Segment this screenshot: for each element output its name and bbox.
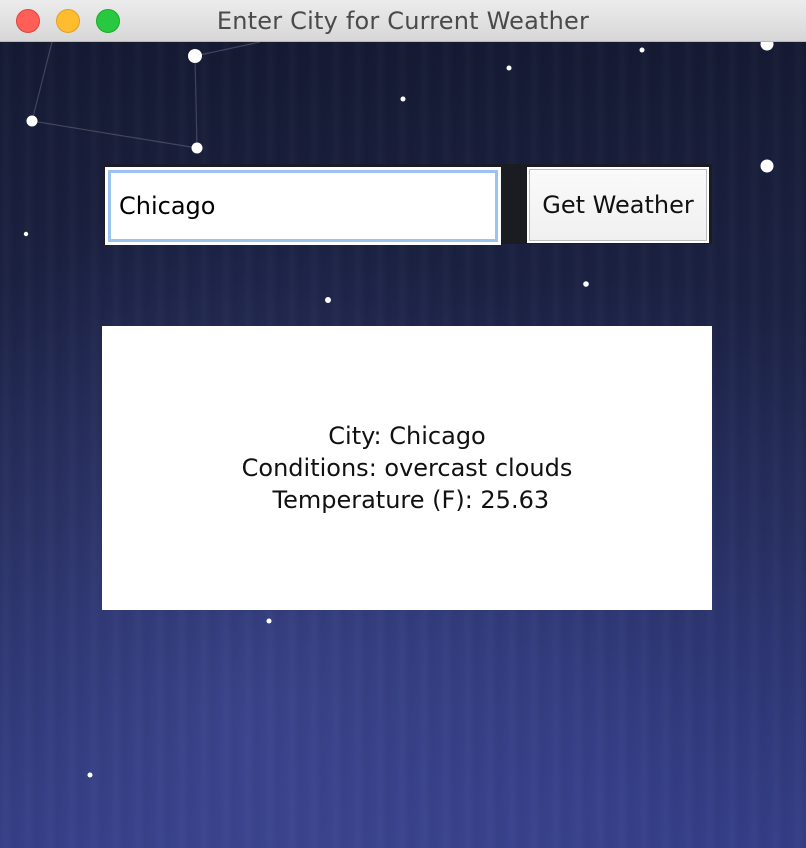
city-input[interactable]	[108, 170, 498, 242]
star	[188, 49, 202, 63]
title-bar: Enter City for Current Weather	[0, 0, 806, 42]
get-weather-button[interactable]: Get Weather	[527, 167, 709, 243]
star	[26, 115, 38, 127]
star	[760, 42, 774, 51]
star	[639, 47, 645, 53]
star	[325, 297, 331, 303]
window-title: Enter City for Current Weather	[216, 7, 590, 35]
result-temperature-text: Temperature (F): 25.63	[264, 486, 550, 514]
star	[23, 231, 29, 237]
star	[506, 65, 512, 71]
star	[583, 281, 589, 287]
star	[760, 159, 774, 173]
star	[400, 96, 406, 102]
star	[266, 618, 272, 624]
result-conditions-text: Conditions: overcast clouds	[241, 454, 573, 482]
result-city-text: City: Chicago	[328, 422, 486, 450]
weather-result-panel: City: Chicago Conditions: overcast cloud…	[102, 326, 712, 610]
star	[87, 772, 93, 778]
star	[191, 142, 203, 154]
constellation-lines	[31, 42, 261, 149]
app-window: Enter City for Current Weather Get Weath…	[0, 0, 806, 848]
